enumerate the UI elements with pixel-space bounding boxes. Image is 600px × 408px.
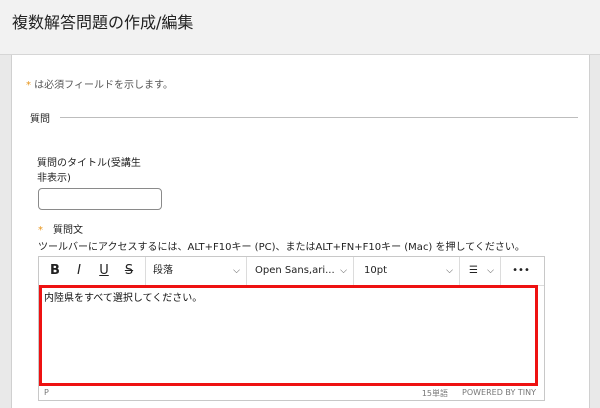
page-header: 複数解答問題の作成/編集: [0, 0, 600, 55]
rich-text-editor: B I U S 段落 ⌵ Open Sans,ari... ⌵ 10pt ⌵ ☰ ⌵ •…: [38, 256, 545, 401]
question-title-input[interactable]: [38, 188, 162, 210]
editor-content-area[interactable]: 内陸県をすべて選択してください。: [39, 286, 544, 386]
chevron-down-icon: ⌵: [446, 266, 453, 276]
more-options-icon[interactable]: •••: [511, 261, 531, 281]
toolbar-access-hint: ツールバーにアクセスするには、ALT+F10キー (PC)、またはALT+FN+…: [38, 242, 525, 253]
list-dropdown[interactable]: ☰ ⌵: [460, 257, 500, 285]
page-title: 複数解答問題の作成/編集: [12, 13, 194, 32]
chevron-down-icon: ⌵: [340, 266, 347, 276]
strikethrough-button[interactable]: S: [119, 261, 139, 281]
underline-button[interactable]: U: [94, 261, 114, 281]
powered-by-link[interactable]: POWERED BY TINY: [462, 388, 536, 397]
question-title-label: 質問のタイトル(受講生 非表示): [37, 156, 177, 186]
bullet-list-icon: ☰: [469, 265, 478, 276]
chevron-down-icon: ⌵: [233, 266, 240, 276]
toolbar-separator: [500, 257, 501, 285]
question-text-label: * 質問文: [38, 221, 83, 236]
word-count: 15単語: [421, 389, 448, 398]
font-family-value: Open Sans,ari...: [255, 265, 335, 276]
bold-button[interactable]: B: [45, 261, 65, 281]
section-heading-question: 質問: [30, 114, 50, 125]
paragraph-format-dropdown[interactable]: 段落 ⌵: [146, 257, 246, 285]
editor-toolbar: B I U S 段落 ⌵ Open Sans,ari... ⌵ 10pt ⌵ ☰ ⌵ •…: [39, 257, 544, 286]
editor-statusbar: P 15単語 POWERED BY TINY: [39, 386, 544, 400]
form-panel: * は必須フィールドを示します。 質問 質問のタイトル(受講生 非表示) * 質問…: [11, 55, 590, 408]
required-note-text: は必須フィールドを示します。: [31, 80, 173, 91]
question-text-label-text: 質問文: [53, 225, 83, 236]
italic-button[interactable]: I: [69, 261, 89, 281]
element-path[interactable]: P: [44, 388, 49, 397]
paragraph-format-value: 段落: [153, 265, 173, 276]
font-family-dropdown[interactable]: Open Sans,ari... ⌵: [247, 257, 353, 285]
required-star: *: [38, 225, 43, 236]
required-note: * は必須フィールドを示します。: [26, 76, 173, 91]
question-title-label-line1: 質問のタイトル(受講生: [37, 158, 141, 169]
chevron-down-icon: ⌵: [487, 266, 494, 276]
section-divider: [60, 117, 578, 118]
question-title-label-line2: 非表示): [37, 173, 71, 184]
font-size-dropdown[interactable]: 10pt ⌵: [354, 257, 459, 285]
editor-content-text: 内陸県をすべて選択してください。: [44, 293, 203, 304]
font-size-value: 10pt: [364, 265, 387, 276]
